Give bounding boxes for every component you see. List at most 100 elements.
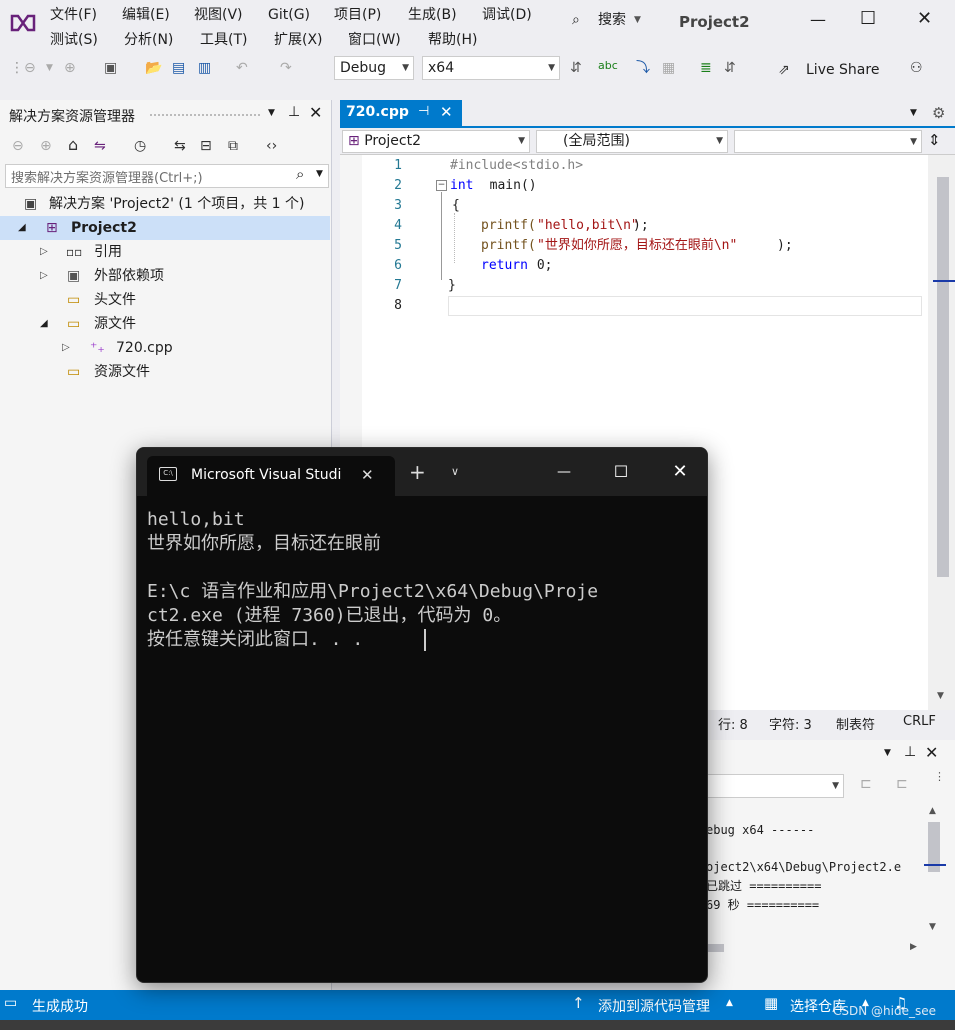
- undo-icon[interactable]: ↶: [236, 58, 248, 78]
- console-output[interactable]: hello,bit 世界如你所愿，目标还在眼前 E:\c 语言作业和应用\Pro…: [137, 496, 707, 982]
- forward-icon[interactable]: ⊕: [64, 58, 76, 78]
- panel-menu-chevron-icon[interactable]: ▼: [884, 748, 891, 758]
- menu-git[interactable]: Git(G): [268, 5, 310, 25]
- scroll-right-icon[interactable]: ▶: [910, 942, 917, 952]
- back-dropdown-icon[interactable]: ▼: [46, 58, 53, 78]
- menu-file[interactable]: 文件(F): [50, 5, 97, 25]
- back-icon[interactable]: ⊖: [12, 136, 24, 156]
- bookmark-icon[interactable]: ▦: [662, 58, 675, 78]
- tree-item-external-deps[interactable]: ▷ ▣ 外部依赖项: [0, 264, 330, 288]
- scroll-down-icon[interactable]: ▼: [937, 691, 944, 701]
- sync-icon[interactable]: ⇆: [174, 136, 186, 156]
- toolbar-overflow-icon[interactable]: ⇵: [570, 58, 582, 78]
- char-indicator[interactable]: 字符: 3: [769, 714, 812, 733]
- switch-views-icon[interactable]: ⇋: [94, 136, 106, 156]
- tree-item-project[interactable]: ◢ ⊞ Project2: [0, 216, 330, 240]
- add-to-source-control-button[interactable]: 添加到源代码管理: [598, 996, 710, 1016]
- menu-test[interactable]: 测试(S): [50, 30, 98, 50]
- menu-analyze[interactable]: 分析(N): [124, 30, 173, 50]
- scroll-down-icon[interactable]: ▼: [929, 922, 936, 932]
- tab-mode-indicator[interactable]: 制表符: [836, 714, 875, 733]
- menu-extensions[interactable]: 扩展(X): [274, 30, 323, 50]
- collapsed-arrow-icon[interactable]: ▷: [62, 336, 70, 360]
- collapsed-arrow-icon[interactable]: ▷: [40, 240, 48, 264]
- pin-icon[interactable]: ⊥: [904, 744, 916, 760]
- menu-debug[interactable]: 调试(D): [482, 5, 532, 25]
- collapse-block-icon[interactable]: −: [436, 180, 447, 191]
- back-icon[interactable]: ⊖: [24, 58, 36, 78]
- close-window-button[interactable]: ✕: [657, 448, 703, 496]
- toolbar-options-icon[interactable]: ⇵: [724, 58, 736, 78]
- code-view-icon[interactable]: ‹›: [266, 136, 277, 156]
- menu-view[interactable]: 视图(V): [194, 5, 243, 25]
- close-window-button[interactable]: ✕: [917, 9, 932, 29]
- solution-search-input[interactable]: 搜索解决方案资源管理器(Ctrl+;) ⌕ ▼: [5, 164, 329, 188]
- chevron-down-icon[interactable]: ∨: [451, 465, 459, 478]
- step-into-icon[interactable]: ⤵: [636, 58, 650, 78]
- indent-icon[interactable]: ≣: [700, 58, 712, 78]
- close-panel-icon[interactable]: ✕: [309, 103, 322, 122]
- tab-720-cpp[interactable]: 720.cpp ⊣ ✕: [340, 100, 462, 128]
- panel-menu-chevron-icon[interactable]: ▼: [268, 108, 275, 118]
- scope-dropdown[interactable]: (全局范围) ▼: [536, 130, 728, 153]
- tree-item-solution[interactable]: ▣ 解决方案 'Project2' (1 个项目，共 1 个): [0, 192, 330, 216]
- line-indicator[interactable]: 行: 8: [718, 714, 748, 733]
- tree-item-720-cpp[interactable]: ▷ ⁺₊ 720.cpp: [0, 336, 330, 360]
- home-icon[interactable]: ⌂: [68, 135, 78, 155]
- scroll-up-icon[interactable]: ▲: [929, 806, 936, 816]
- close-panel-icon[interactable]: ✕: [925, 743, 938, 762]
- tree-item-header-files[interactable]: ▭ 头文件: [0, 288, 330, 312]
- expanded-arrow-icon[interactable]: ◢: [18, 216, 26, 240]
- collapsed-arrow-icon[interactable]: ▷: [40, 264, 48, 288]
- tree-item-resource-files[interactable]: ▭ 资源文件: [0, 360, 330, 384]
- project-dropdown[interactable]: ⊞ Project2 ▼: [342, 130, 530, 153]
- console-tab[interactable]: C:\ Microsoft Visual Studi ✕: [147, 456, 395, 496]
- new-project-icon[interactable]: ▣: [104, 58, 117, 78]
- pending-changes-icon[interactable]: ◷: [134, 136, 146, 156]
- new-tab-icon[interactable]: +: [409, 460, 426, 484]
- menu-edit[interactable]: 编辑(E): [122, 5, 170, 25]
- output-text-area[interactable]: ebug x64 ------ oject2\x64\Debug\Project…: [700, 804, 926, 942]
- output-horizontal-scrollbar[interactable]: ▶: [700, 942, 926, 956]
- gear-icon[interactable]: ⚙: [932, 104, 945, 122]
- account-icon[interactable]: ⚇: [910, 58, 923, 78]
- tree-item-references[interactable]: ▷ ▫▫ 引用: [0, 240, 330, 264]
- output-vertical-scrollbar[interactable]: ▲ ▼: [924, 804, 946, 942]
- save-all-icon[interactable]: ▥: [198, 58, 211, 78]
- maximize-button[interactable]: ☐: [860, 9, 876, 29]
- toolbar-overflow-icon[interactable]: ⋮: [934, 770, 945, 783]
- tab-list-chevron-icon[interactable]: ▼: [910, 108, 917, 118]
- show-all-files-icon[interactable]: ⧉: [228, 136, 238, 156]
- output-source-select[interactable]: ▼: [700, 774, 844, 798]
- find-message-icon[interactable]: ⊏: [860, 776, 872, 792]
- menu-tools[interactable]: 工具(T): [200, 30, 247, 50]
- split-editor-icon[interactable]: ⇕: [928, 131, 941, 149]
- open-folder-icon[interactable]: 📂: [145, 58, 162, 78]
- pin-icon[interactable]: ⊣: [418, 104, 429, 119]
- menu-build[interactable]: 生成(B): [408, 5, 457, 25]
- menu-window[interactable]: 窗口(W): [348, 30, 401, 50]
- output-window-icon[interactable]: ▭: [4, 995, 17, 1011]
- maximize-button[interactable]: ☐: [598, 448, 644, 496]
- menu-help[interactable]: 帮助(H): [428, 30, 477, 50]
- menu-project[interactable]: 项目(P): [334, 5, 381, 25]
- scrollbar-thumb[interactable]: [937, 177, 949, 577]
- member-dropdown[interactable]: ▼: [734, 130, 922, 153]
- vertical-scrollbar[interactable]: ▼: [928, 155, 955, 710]
- spell-check-icon[interactable]: abc: [598, 56, 618, 76]
- tree-item-source-files[interactable]: ◢ ▭ 源文件: [0, 312, 330, 336]
- solution-configuration-select[interactable]: Debug ▼: [334, 56, 414, 80]
- clear-output-icon[interactable]: ⊏: [896, 776, 908, 792]
- pin-icon[interactable]: ⊥: [288, 104, 300, 120]
- eol-indicator[interactable]: CRLF: [903, 714, 936, 729]
- expanded-arrow-icon[interactable]: ◢: [40, 312, 48, 336]
- forward-icon[interactable]: ⊕: [40, 136, 52, 156]
- collapse-all-icon[interactable]: ⊟: [200, 136, 212, 156]
- minimize-button[interactable]: —: [541, 448, 587, 496]
- close-tab-icon[interactable]: ✕: [440, 103, 453, 121]
- close-tab-icon[interactable]: ✕: [361, 466, 374, 484]
- console-window[interactable]: C:\ Microsoft Visual Studi ✕ + ∨ — ☐ ✕ h…: [136, 447, 708, 983]
- minimize-button[interactable]: —: [810, 10, 826, 30]
- solution-platform-select[interactable]: x64 ▼: [422, 56, 560, 80]
- redo-icon[interactable]: ↷: [280, 58, 292, 78]
